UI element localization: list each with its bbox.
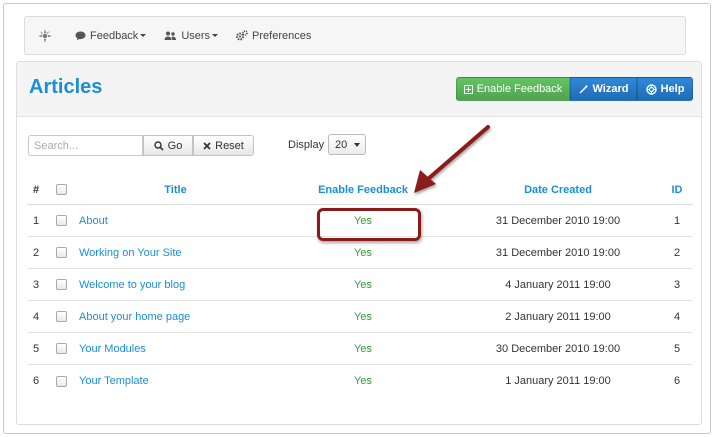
row-select-cell [56, 205, 70, 236]
plus-square-icon [463, 84, 473, 94]
article-title-link[interactable]: Working on Your Site [79, 237, 279, 268]
article-id: 5 [673, 342, 681, 355]
search-icon [153, 140, 164, 151]
nav-users-menu[interactable]: Users [164, 29, 219, 42]
nav-feedback-label: Feedback [90, 29, 139, 42]
go-label: Go [167, 139, 183, 152]
feedback-status[interactable]: Yes [303, 301, 423, 332]
row-select-cell [56, 301, 70, 332]
row-select-cell [56, 269, 70, 300]
article-id: 4 [673, 310, 681, 323]
article-title-link[interactable]: Welcome to your blog [79, 269, 279, 300]
row-checkbox[interactable] [56, 375, 67, 387]
users-icon [164, 31, 177, 40]
lifebuoy-icon [645, 83, 657, 95]
row-num: 5 [33, 342, 40, 355]
row-select-cell [56, 237, 70, 268]
row-checkbox[interactable] [56, 343, 67, 354]
date-created: 31 December 2010 19:00 [495, 246, 621, 259]
display-count-select[interactable]: 20 [328, 134, 366, 155]
article-title-link[interactable]: About [79, 205, 279, 236]
select-all-cell [56, 175, 70, 204]
comment-icon [75, 31, 86, 40]
caret-down-icon [354, 143, 360, 147]
row-num: 3 [33, 278, 40, 291]
nav-feedback-menu[interactable]: Feedback [75, 29, 147, 42]
article-id: 1 [673, 214, 681, 227]
article-id: 6 [673, 375, 681, 387]
wizard-label: Wizard [592, 83, 629, 95]
nav-preferences-link[interactable]: Preferences [236, 30, 311, 42]
row-num: 1 [33, 214, 40, 227]
row-num: 4 [33, 310, 40, 323]
magic-wand-icon [578, 84, 588, 94]
logo-icon[interactable] [37, 28, 53, 44]
date-created: 4 January 2011 19:00 [505, 278, 611, 291]
date-created: 1 January 2011 19:00 [505, 375, 611, 387]
row-select-cell [56, 333, 70, 364]
article-id: 3 [673, 278, 681, 291]
page-title: Articles [29, 76, 103, 98]
nav-users-label: Users [181, 29, 211, 42]
display-label: Display [288, 139, 325, 151]
caret-down-icon [212, 34, 219, 37]
help-label: Help [660, 83, 685, 95]
row-checkbox[interactable] [56, 247, 67, 258]
header-enable-feedback[interactable]: Enable Feedback [303, 175, 423, 204]
row-checkbox[interactable] [56, 215, 67, 226]
article-id: 2 [673, 246, 681, 259]
reset-label: Reset [215, 139, 244, 152]
articles-panel: Articles Enable Feedback Wizard Help Go … [16, 61, 702, 425]
article-title-link[interactable]: About your home page [79, 301, 279, 332]
select-all-checkbox[interactable] [56, 184, 67, 195]
top-navbar: Feedback Users Preferences [24, 16, 686, 55]
reset-button[interactable]: Reset [193, 135, 254, 156]
header-id[interactable]: ID [667, 175, 687, 204]
caret-down-icon [140, 34, 147, 37]
table-row: 4 About your home page Yes 2 January 201… [27, 301, 693, 333]
article-title-link[interactable]: Your Modules [79, 333, 279, 364]
enable-feedback-button[interactable]: Enable Feedback [456, 77, 570, 101]
nav-preferences-label: Preferences [252, 29, 312, 42]
row-checkbox[interactable] [56, 279, 67, 290]
annotation-highlight-box [317, 208, 421, 241]
date-created: 30 December 2010 19:00 [495, 342, 621, 355]
table-row: 2 Working on Your Site Yes 31 December 2… [27, 237, 693, 269]
table-row: 3 Welcome to your blog Yes 4 January 201… [27, 269, 693, 301]
row-checkbox[interactable] [56, 311, 67, 322]
go-button[interactable]: Go [143, 135, 193, 156]
feedback-status[interactable]: Yes [303, 365, 423, 397]
row-num: 6 [33, 375, 40, 387]
article-title-link[interactable]: Your Template [79, 365, 279, 397]
header-actions: Enable Feedback Wizard Help [456, 77, 693, 101]
search-input[interactable] [28, 135, 143, 156]
wizard-button[interactable]: Wizard [570, 77, 637, 101]
display-count-value: 20 [335, 138, 348, 151]
feedback-status[interactable]: Yes [303, 269, 423, 300]
cogs-icon [236, 30, 248, 41]
header-title[interactable]: Title [79, 175, 272, 204]
header-num: # [33, 183, 40, 196]
close-icon [203, 141, 211, 150]
date-created: 2 January 2011 19:00 [505, 310, 611, 323]
feedback-status[interactable]: Yes [303, 333, 423, 364]
feedback-status[interactable]: Yes [303, 237, 423, 268]
date-created: 31 December 2010 19:00 [495, 214, 621, 227]
enable-feedback-label: Enable Feedback [476, 83, 563, 95]
help-button[interactable]: Help [637, 77, 693, 101]
table-header-row: # Title Enable Feedback Date Created ID [27, 175, 693, 205]
table-row: 6 Your Template Yes 1 January 2011 19:00… [27, 365, 693, 397]
header-date-created[interactable]: Date Created [475, 175, 641, 204]
table-row: 5 Your Modules Yes 30 December 2010 19:0… [27, 333, 693, 365]
row-num: 2 [33, 246, 40, 259]
row-select-cell [56, 365, 70, 397]
page-header: Articles Enable Feedback Wizard Help [17, 62, 701, 117]
